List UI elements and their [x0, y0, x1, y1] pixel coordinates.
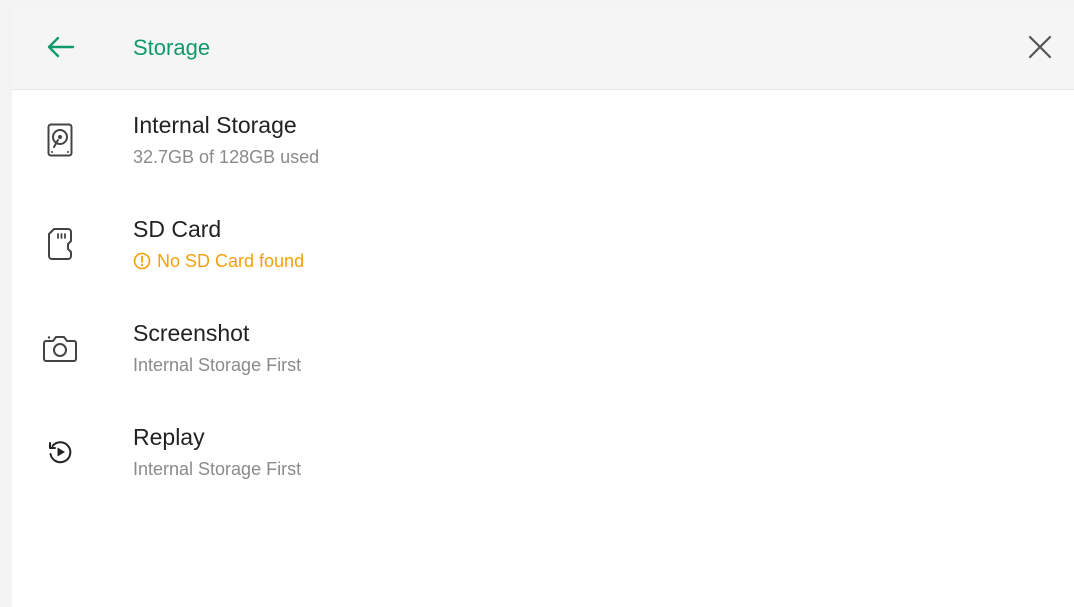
- storage-panel: Storage Internal Storage 32.7GB of 128GB…: [12, 9, 1074, 607]
- item-sublabel: Internal Storage First: [133, 355, 302, 375]
- hard-drive-icon: [40, 120, 80, 160]
- item-sublabel: 32.7GB of 128GB used: [133, 147, 320, 167]
- close-button[interactable]: [1020, 31, 1060, 67]
- item-label: Screenshot: [133, 320, 250, 346]
- header-bar: Storage: [12, 9, 1074, 90]
- replay-icon: [40, 432, 80, 472]
- item-label: Internal Storage: [133, 112, 297, 138]
- page-title: Storage: [133, 35, 211, 60]
- camera-icon: [40, 328, 80, 368]
- list-item-screenshot[interactable]: Screenshot Internal Storage First: [12, 298, 1074, 402]
- list-item-internal-storage[interactable]: Internal Storage 32.7GB of 128GB used: [12, 90, 1074, 194]
- arrow-left-icon: [45, 35, 75, 64]
- back-button[interactable]: [40, 31, 80, 67]
- sd-card-status: No SD Card found: [133, 249, 304, 273]
- item-sublabel: No SD Card found: [157, 251, 305, 271]
- storage-list: Internal Storage 32.7GB of 128GB used SD…: [12, 90, 1074, 506]
- list-item-sd-card[interactable]: SD Card No SD Card found: [12, 194, 1074, 298]
- warning-icon: [133, 252, 151, 270]
- item-label: SD Card: [133, 216, 222, 242]
- list-item-replay[interactable]: Replay Internal Storage First: [12, 402, 1074, 506]
- item-label: Replay: [133, 424, 205, 450]
- sd-card-icon: [40, 224, 80, 264]
- close-icon: [1028, 35, 1052, 64]
- item-sublabel: Internal Storage First: [133, 459, 302, 479]
